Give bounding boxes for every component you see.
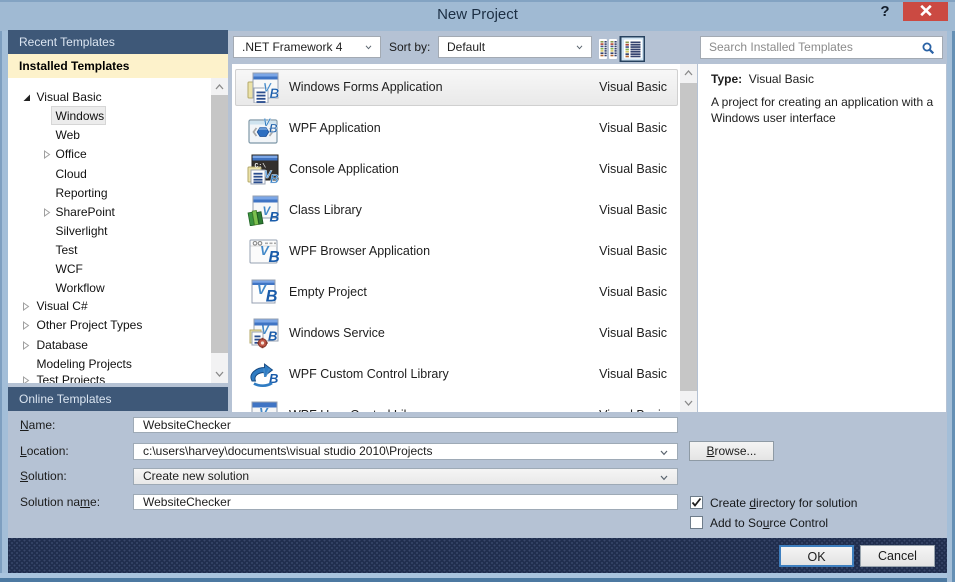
svg-text:B: B bbox=[269, 122, 278, 136]
svg-text:B: B bbox=[269, 249, 280, 266]
svg-text:B: B bbox=[268, 328, 277, 343]
svg-text:B: B bbox=[270, 86, 280, 101]
svg-text:B: B bbox=[270, 172, 279, 185]
svg-text:B: B bbox=[268, 411, 279, 412]
svg-text:B: B bbox=[266, 287, 278, 305]
svg-text:B: B bbox=[270, 209, 280, 224]
